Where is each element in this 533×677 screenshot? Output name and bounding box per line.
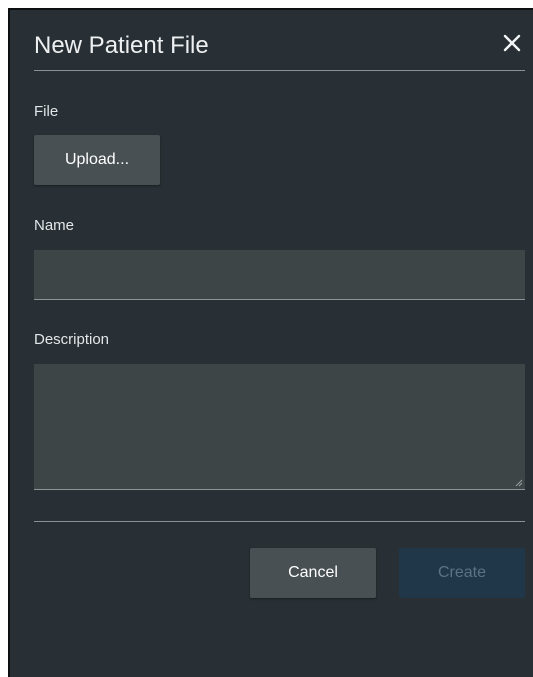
cancel-button[interactable]: Cancel [250,548,376,598]
close-icon [503,34,521,52]
name-label: Name [34,217,75,234]
title-divider [34,70,525,71]
new-patient-file-dialog: New Patient File File Upload... Name Des… [8,8,533,677]
screenshot-frame: New Patient File File Upload... Name Des… [0,0,533,677]
name-input[interactable] [34,250,525,300]
file-label: File [34,103,59,120]
upload-button[interactable]: Upload... [34,135,160,185]
resize-handle-icon[interactable] [513,477,523,487]
footer-divider [34,521,525,522]
description-textarea[interactable] [34,364,525,490]
close-button[interactable] [497,28,527,58]
dialog-title: New Patient File [34,32,209,59]
description-label: Description [34,331,110,348]
create-button[interactable]: Create [399,548,525,598]
